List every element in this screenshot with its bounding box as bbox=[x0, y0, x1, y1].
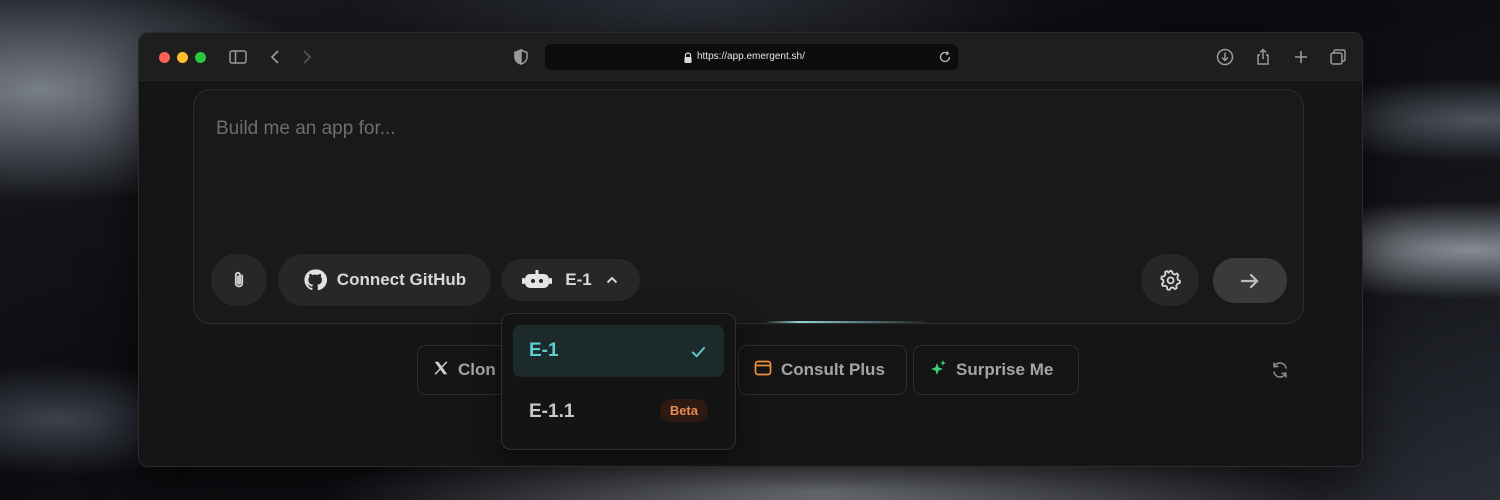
browser-window: https://app.emergent.sh/ Build me an app… bbox=[138, 32, 1363, 467]
suggestion-chip-label: Consult Plus bbox=[781, 360, 885, 379]
reload-icon[interactable] bbox=[938, 50, 952, 64]
beta-badge: Beta bbox=[659, 399, 708, 422]
sidebar-icon[interactable] bbox=[228, 47, 248, 67]
connect-github-button[interactable]: Connect GitHub bbox=[278, 254, 491, 306]
refresh-icon[interactable] bbox=[1270, 360, 1290, 380]
submit-button[interactable] bbox=[1213, 258, 1287, 303]
prompt-card: Build me an app for... Connect GitHub E-… bbox=[193, 89, 1304, 324]
back-icon[interactable] bbox=[266, 47, 286, 67]
new-tab-icon[interactable] bbox=[1291, 47, 1311, 67]
model-selector-button[interactable]: E-1 bbox=[501, 259, 640, 301]
paperclip-icon bbox=[228, 269, 250, 291]
settings-button[interactable] bbox=[1141, 254, 1199, 306]
tabs-overview-icon[interactable] bbox=[1328, 47, 1348, 67]
sparkle-icon bbox=[928, 358, 948, 383]
model-option-e1[interactable]: E-1 bbox=[513, 325, 724, 377]
forward-icon[interactable] bbox=[296, 47, 316, 67]
arrow-right-icon bbox=[1238, 269, 1262, 293]
lock-icon bbox=[683, 51, 693, 63]
github-icon bbox=[303, 268, 327, 292]
zoom-window-button[interactable] bbox=[195, 52, 206, 63]
download-icon[interactable] bbox=[1215, 47, 1235, 67]
gear-icon bbox=[1158, 268, 1182, 292]
browser-toolbar: https://app.emergent.sh/ bbox=[139, 33, 1362, 81]
browser-window-icon bbox=[753, 358, 773, 383]
connect-github-label: Connect GitHub bbox=[336, 270, 467, 289]
model-selector-label: E-1 bbox=[565, 270, 592, 289]
glow-divider bbox=[767, 321, 927, 323]
checkmark-icon bbox=[689, 342, 708, 366]
chevron-up-icon bbox=[604, 272, 620, 288]
shield-icon[interactable] bbox=[511, 47, 531, 67]
model-option-label: E-1 bbox=[529, 340, 559, 361]
close-window-button[interactable] bbox=[159, 52, 170, 63]
suggestion-chip-label: Surprise Me bbox=[956, 360, 1054, 379]
model-option-label: E-1.1 bbox=[529, 401, 575, 422]
attach-button[interactable] bbox=[211, 254, 267, 306]
suggestion-chip-surprise-me[interactable]: Surprise Me bbox=[913, 345, 1079, 395]
prompt-input[interactable]: Build me an app for... bbox=[216, 118, 396, 140]
model-option-e1-1[interactable]: E-1.1 Beta bbox=[513, 386, 724, 438]
model-dropdown-menu: E-1 E-1.1 Beta bbox=[501, 313, 736, 450]
minimize-window-button[interactable] bbox=[177, 52, 188, 63]
page-content: Build me an app for... Connect GitHub E-… bbox=[139, 81, 1362, 466]
url-text: https://app.emergent.sh/ bbox=[697, 51, 805, 62]
x-logo-icon bbox=[432, 359, 450, 382]
address-bar[interactable]: https://app.emergent.sh/ bbox=[545, 44, 958, 70]
robot-icon bbox=[521, 268, 553, 292]
share-icon[interactable] bbox=[1253, 47, 1273, 67]
suggestion-chip-consult-plus[interactable]: Consult Plus bbox=[738, 345, 907, 395]
suggestion-chip-label: Clon bbox=[458, 360, 496, 379]
